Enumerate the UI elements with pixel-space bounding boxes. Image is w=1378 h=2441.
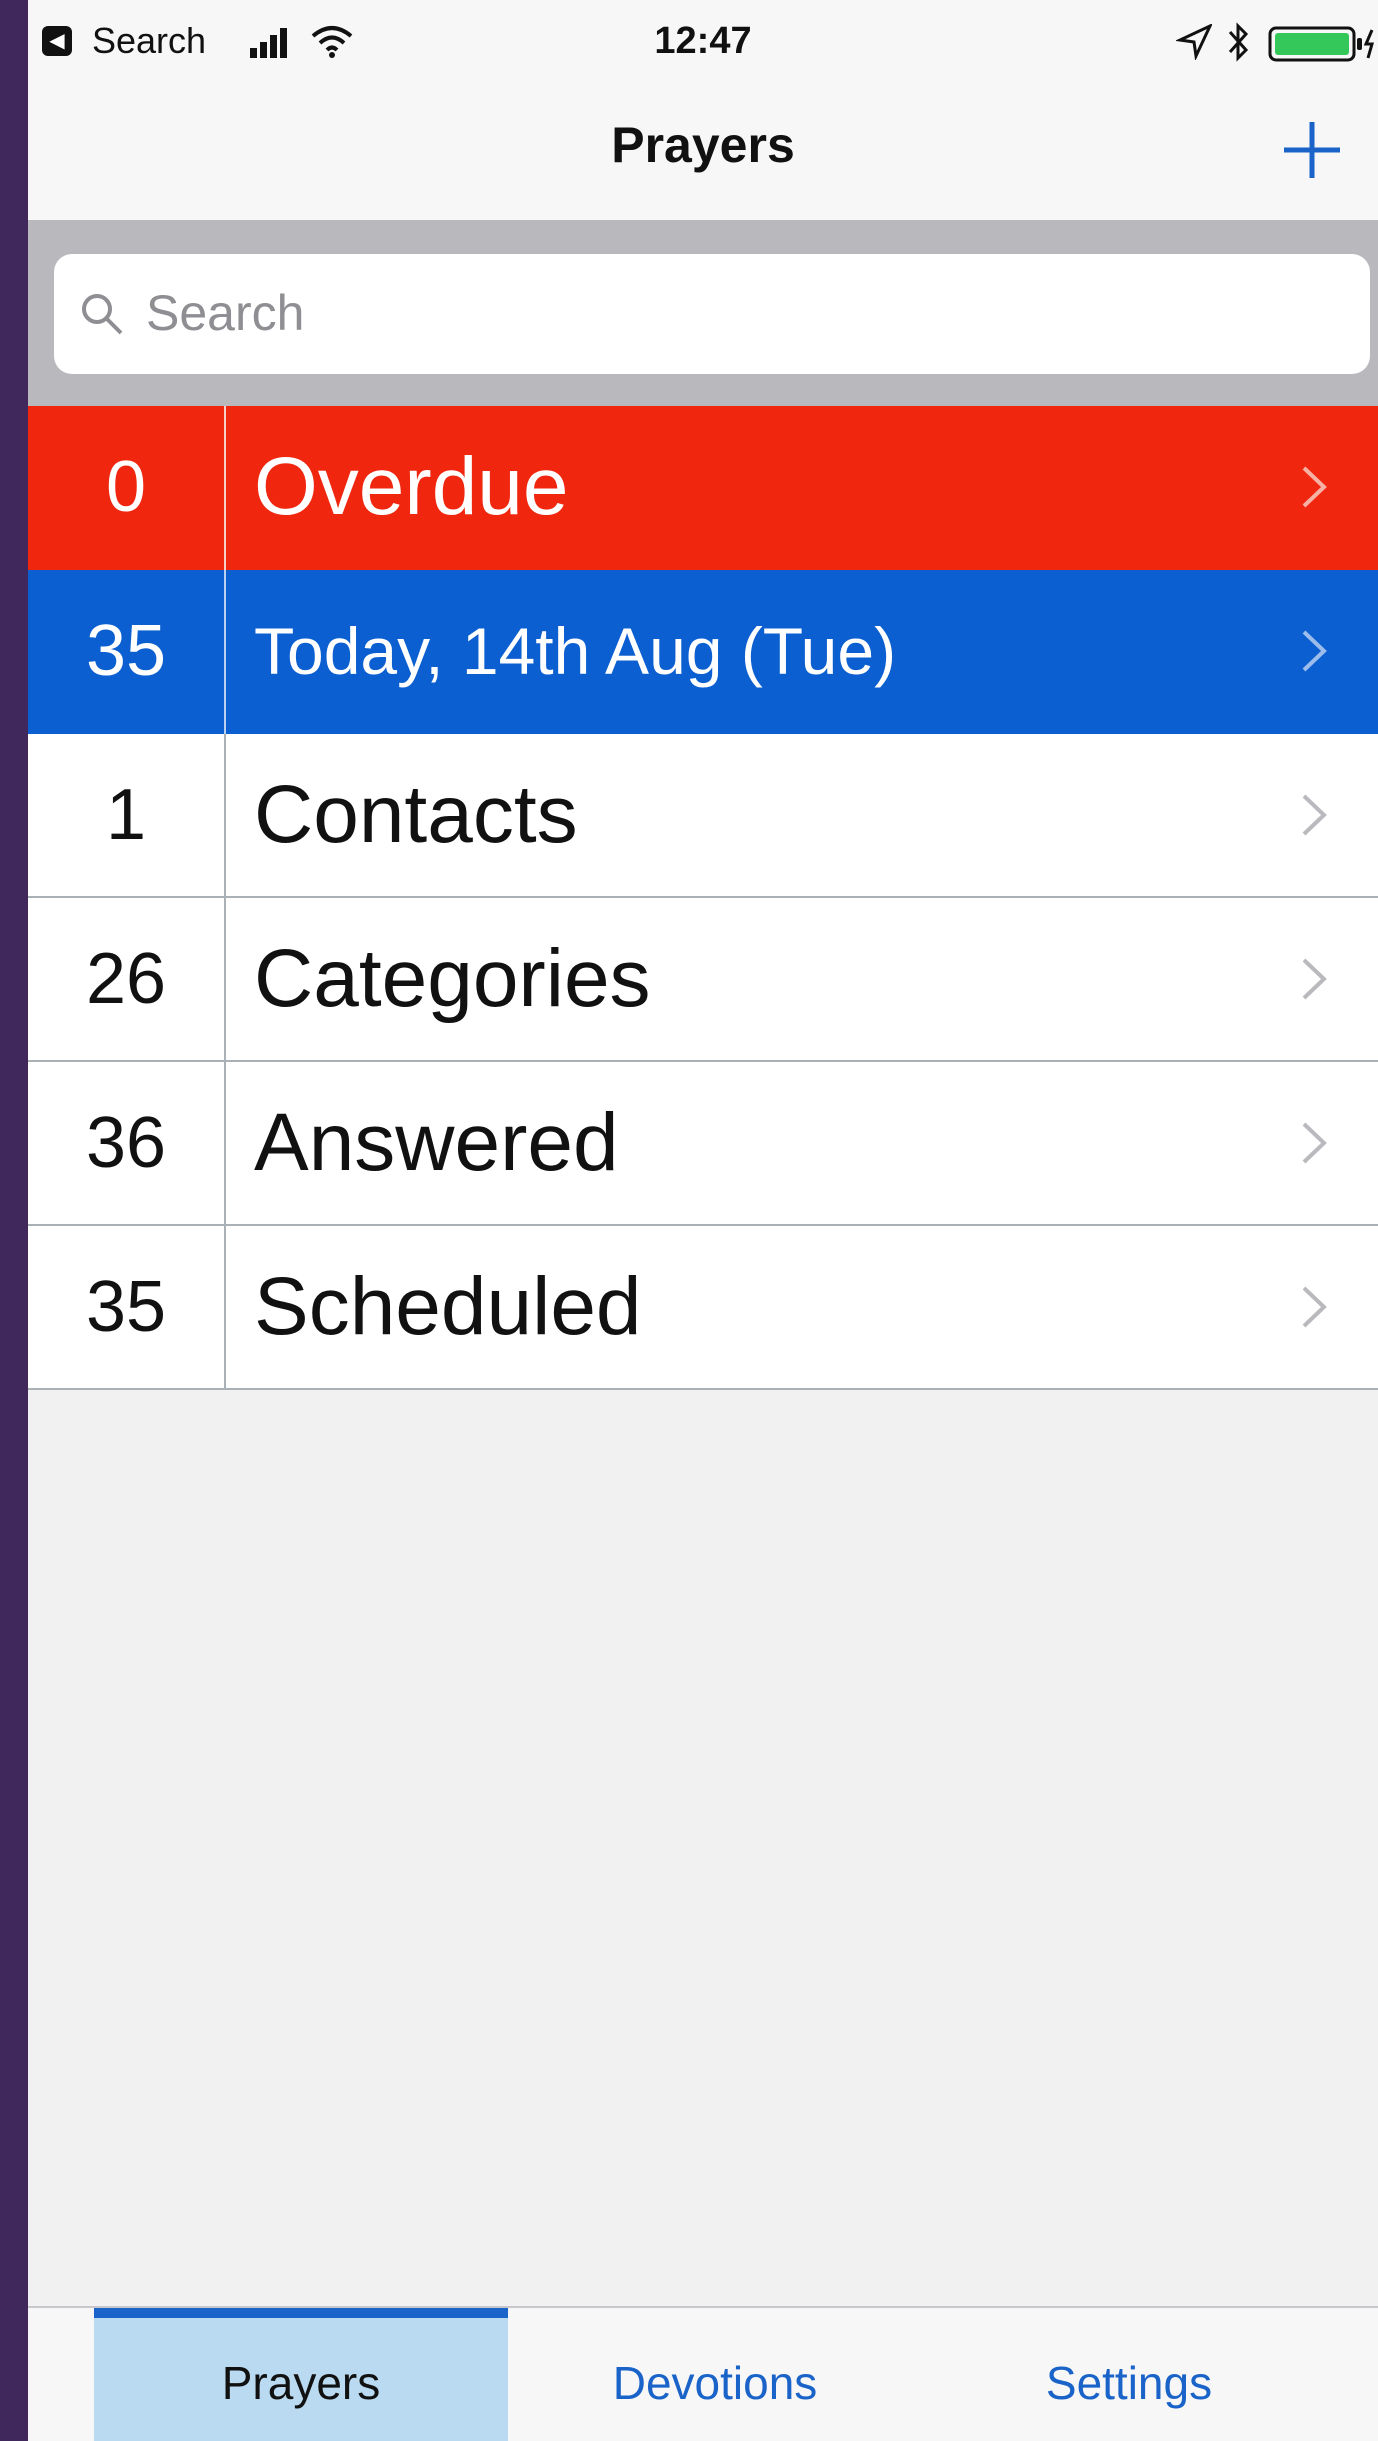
list-item-overdue[interactable]: 0 Overdue [28, 406, 1378, 570]
row-divider [224, 898, 226, 1062]
chevron-right-icon [1302, 1286, 1327, 1328]
chevron-right-icon [1302, 1122, 1327, 1164]
bluetooth-icon [1228, 22, 1249, 62]
tab-devotions[interactable]: Devotions [508, 2308, 922, 2441]
search-input[interactable] [144, 282, 1338, 344]
prayer-category-list: 0 Overdue 35 Today, 14th Aug (Tue) 1 Con… [28, 406, 1378, 1390]
list-item-today[interactable]: 35 Today, 14th Aug (Tue) [28, 570, 1378, 734]
chevron-right-icon [1302, 794, 1327, 836]
tab-prayers[interactable]: Prayers [94, 2308, 508, 2441]
list-item-answered[interactable]: 36 Answered [28, 1062, 1378, 1226]
tab-settings[interactable]: Settings [922, 2308, 1336, 2441]
row-label: Answered [254, 1097, 619, 1188]
row-count: 0 [105, 447, 147, 527]
row-label: Categories [254, 933, 651, 1024]
list-item-scheduled[interactable]: 35 Scheduled [28, 1226, 1378, 1390]
row-count: 26 [85, 939, 167, 1019]
list-item-contacts[interactable]: 1 Contacts [28, 734, 1378, 898]
chevron-right-icon [1302, 958, 1327, 1000]
chevron-right-icon [1302, 466, 1327, 508]
battery-icon [1268, 26, 1374, 62]
row-divider [224, 734, 226, 898]
row-label: Overdue [254, 441, 569, 532]
status-bar: ◀ Search 12:47 [28, 0, 1378, 84]
tab-bar: Prayers Devotions Settings [28, 2306, 1378, 2441]
row-divider [224, 570, 226, 734]
chevron-right-icon [1302, 630, 1327, 672]
app-screen: ◀ Search 12:47 Prayers Search 0 Overdue … [28, 0, 1378, 2441]
list-item-categories[interactable]: 26 Categories [28, 898, 1378, 1062]
search-icon [82, 294, 123, 335]
row-count: 36 [85, 1103, 167, 1183]
row-count: 35 [85, 1267, 167, 1347]
row-label: Today, 14th Aug (Tue) [254, 614, 897, 688]
page-title: Prayers [611, 117, 795, 173]
row-label: Contacts [254, 769, 578, 860]
row-divider [224, 1062, 226, 1226]
navigation-bar: Prayers [28, 84, 1378, 220]
row-divider [224, 406, 226, 570]
location-icon [1176, 24, 1212, 60]
row-divider [224, 1226, 226, 1390]
row-count: 1 [105, 775, 147, 855]
row-count: 35 [85, 611, 167, 691]
search-field[interactable] [54, 254, 1370, 374]
plus-icon[interactable] [1280, 118, 1344, 182]
row-label: Scheduled [254, 1261, 642, 1352]
search-bar [28, 220, 1378, 406]
